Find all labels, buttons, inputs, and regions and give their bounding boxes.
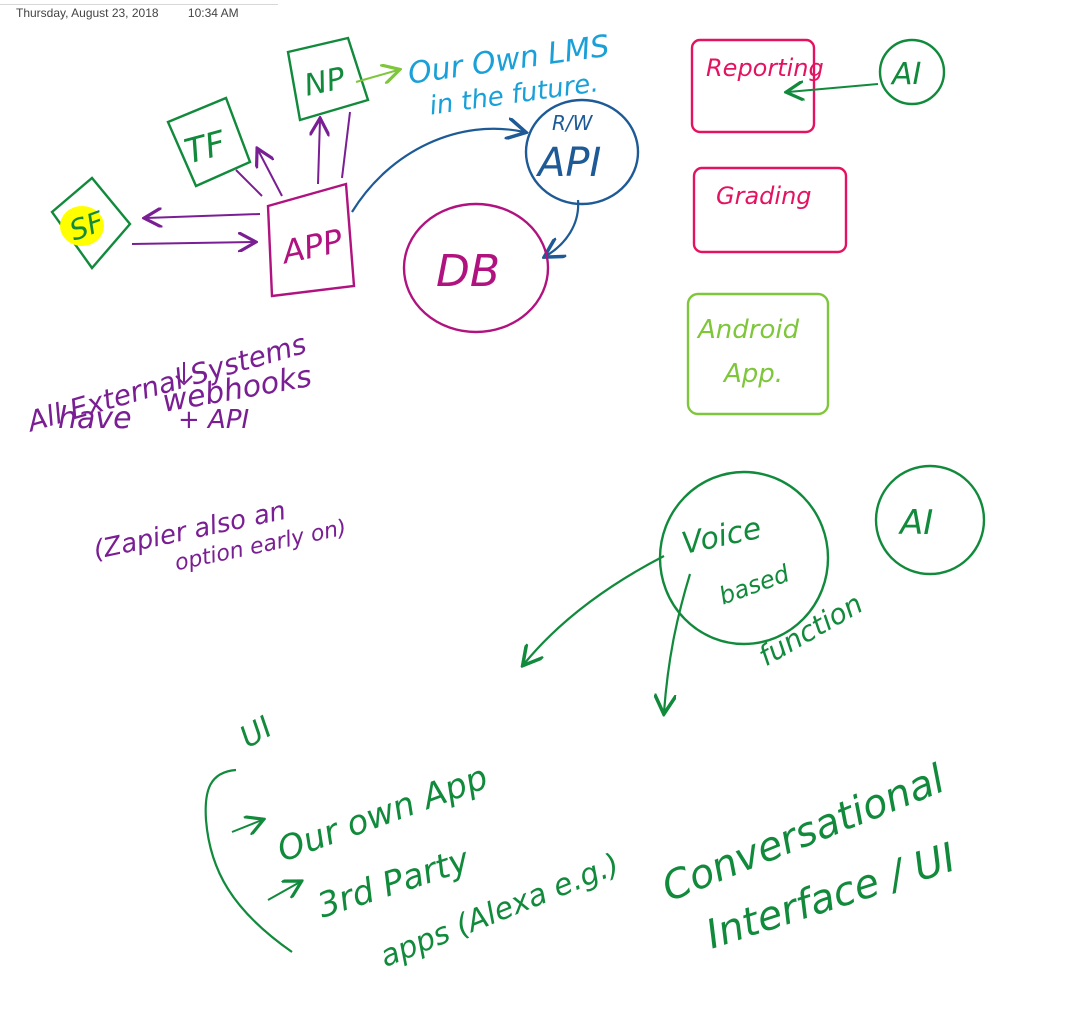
ai-to-reporting-arrow [788, 84, 879, 92]
app-to-api-arrow [351, 129, 524, 213]
np-to-lms-arrow [355, 70, 398, 82]
api-node: R/W API [524, 98, 640, 206]
android-label-line2: App. [722, 359, 783, 389]
voice-node: Voice based function [658, 470, 869, 673]
whiteboard-diagram: SF TF NP APP Our Own LMS in the future. … [22, 29, 986, 975]
options-brace [204, 768, 293, 953]
app-label: APP [277, 221, 347, 271]
sf-to-app-arrow [131, 242, 254, 244]
grading-label: Grading [716, 182, 812, 210]
reporting-node: Reporting [690, 38, 824, 134]
db-label: DB [436, 246, 500, 297]
tf-to-app-line [235, 169, 263, 197]
sf-node: SF [50, 176, 132, 270]
ai-right-label: AI [898, 503, 933, 543]
np-label: NP [301, 61, 349, 104]
voice-line2: based [715, 559, 793, 610]
ai-top-node: AI [878, 38, 946, 106]
reporting-label: Reporting [706, 54, 824, 82]
external-systems-note: All External Systems have webhooks + API [22, 327, 314, 439]
voice-line3: function [753, 587, 869, 673]
grading-box [692, 166, 848, 254]
grading-node: Grading [692, 166, 848, 254]
app-to-tf-arrow [258, 150, 283, 197]
ai-top-label: AI [890, 57, 922, 92]
app-to-np-arrow [318, 120, 320, 185]
ai-right-node: AI [874, 464, 986, 576]
external-line2: have [58, 401, 132, 436]
rw-label: R/W [552, 111, 594, 135]
voice-line1: Voice [679, 511, 765, 562]
app-to-sf-arrow [146, 214, 261, 218]
ui-options: UI Our own App 3rd Party apps (Alexa e.g… [204, 710, 624, 975]
own-app-pointer [231, 820, 262, 832]
np-node: NP [286, 36, 370, 122]
zapier-note: (Zapier also an option early on) [91, 496, 349, 576]
tf-label: TF [180, 123, 230, 172]
android-label-line1: Android [696, 315, 800, 345]
voice-to-own-app-arrow [524, 555, 665, 664]
conversational-note: Conversational Interface / UI [656, 756, 962, 958]
api-to-db-arrow [546, 199, 580, 256]
ui-label: UI [234, 710, 278, 756]
api-label: API [535, 140, 601, 186]
third-party-pointer [267, 882, 300, 901]
app-node: APP [266, 182, 356, 298]
lms-note: Our Own LMS in the future. [406, 29, 612, 122]
external-line4: + API [178, 405, 249, 435]
db-node: DB [402, 202, 550, 334]
android-box [686, 292, 830, 416]
android-node: Android App. [686, 292, 830, 416]
np-to-app-line [341, 111, 351, 179]
